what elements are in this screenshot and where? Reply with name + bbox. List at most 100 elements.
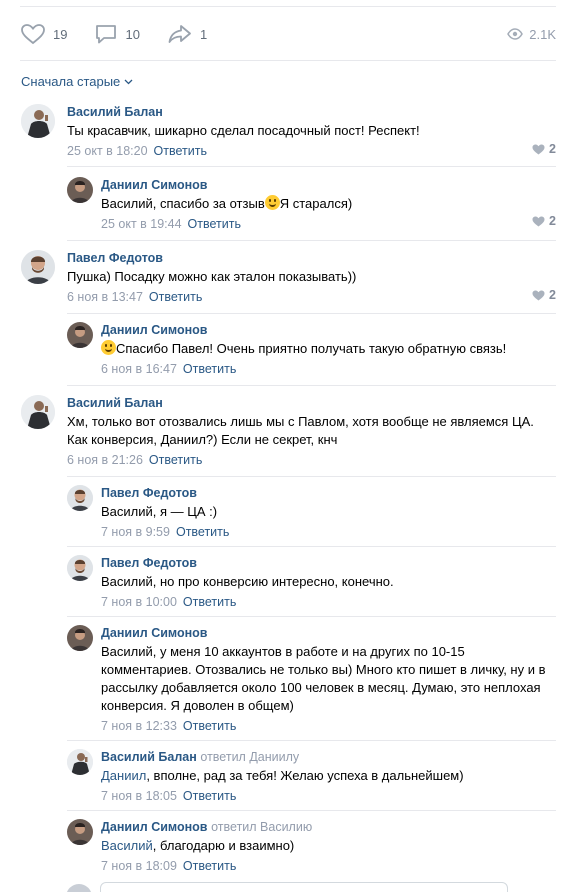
comment-divider: [67, 546, 556, 547]
comment-item: Даниил Симонов Василий, у меня 10 аккаун…: [67, 625, 556, 737]
comment-date[interactable]: 7 ноя в 9:59: [101, 525, 170, 539]
avatar[interactable]: [67, 625, 93, 651]
reply-button[interactable]: Ответить: [149, 453, 202, 467]
reply-button[interactable]: Ответить: [183, 362, 236, 376]
avatar[interactable]: [21, 250, 55, 284]
grin-emoji-icon: [101, 340, 116, 355]
comment-author[interactable]: Даниил Симонов: [101, 178, 208, 192]
comment-like-count: 2: [549, 142, 556, 156]
avatar[interactable]: [21, 395, 55, 429]
comment-divider: [67, 476, 556, 477]
comment-text: Даниил, вполне, рад за тебя! Желаю успех…: [101, 768, 464, 783]
comment-text: Пушка) Посадку можно как эталон показыва…: [67, 269, 357, 284]
comment-like-count: 2: [549, 288, 556, 302]
chevron-down-icon: [124, 79, 133, 84]
comment-author[interactable]: Павел Федотов: [67, 251, 163, 265]
comment-author[interactable]: Даниил Симонов: [101, 820, 208, 834]
reply-button[interactable]: Ответить: [154, 144, 207, 158]
comment-item: Василий Балан ответил Даниилу Даниил, вп…: [67, 749, 556, 805]
comment-divider: [67, 166, 556, 167]
mention-link[interactable]: Даниил: [101, 768, 146, 783]
heart-icon: [532, 290, 545, 300]
avatar[interactable]: [67, 177, 93, 203]
comment-item: Даниил Симонов Василий, спасибо за отзыв…: [67, 177, 556, 235]
reply-button[interactable]: Ответить: [149, 290, 202, 304]
like-button[interactable]: 19: [20, 23, 67, 45]
smile-emoji-icon: [264, 195, 280, 210]
comment-author[interactable]: Павел Федотов: [101, 486, 197, 500]
views-counter: 2.1K: [507, 27, 556, 42]
current-user-avatar: [66, 884, 92, 892]
comment-item: Даниил Симонов ответил Василию Василий, …: [67, 819, 556, 875]
reply-button[interactable]: Ответить: [188, 217, 241, 231]
share-arrow-icon: [168, 25, 191, 43]
avatar[interactable]: [67, 555, 93, 581]
reply-button[interactable]: Ответить: [176, 525, 229, 539]
reply-to-label: ответил Даниилу: [200, 750, 300, 764]
reply-button[interactable]: Ответить: [183, 719, 236, 733]
reply-button[interactable]: Ответить: [183, 859, 236, 873]
comment-divider: [67, 810, 556, 811]
comment-like-count: 2: [549, 214, 556, 228]
comment-like-button[interactable]: 2: [532, 142, 556, 156]
comment-author[interactable]: Даниил Симонов: [101, 626, 208, 640]
comment-text: Василий, я — ЦА :): [101, 504, 218, 519]
comment-date[interactable]: 6 ноя в 16:47: [101, 362, 177, 376]
avatar[interactable]: [67, 322, 93, 348]
avatar[interactable]: [67, 485, 93, 511]
comment-author[interactable]: Василий Балан: [67, 396, 163, 410]
share-button[interactable]: 1: [167, 23, 207, 45]
comment-button[interactable]: 10: [94, 23, 140, 45]
avatar[interactable]: [67, 749, 93, 775]
sort-label: Сначала старые: [21, 74, 121, 89]
comment-bubble-icon: [96, 25, 117, 44]
comment-like-button[interactable]: 2: [532, 214, 556, 228]
comment-date[interactable]: 25 окт в 18:20: [67, 144, 148, 158]
top-divider: [20, 6, 556, 7]
comment-text: Ты красавчик, шикарно сделал посадочный …: [67, 123, 420, 138]
reply-to-label: ответил Василию: [211, 820, 313, 834]
reply-button[interactable]: Ответить: [183, 789, 236, 803]
comment-text: Хм, только вот отозвались лишь мы с Павл…: [67, 414, 534, 447]
comment-date[interactable]: 6 ноя в 21:26: [67, 453, 143, 467]
comment-item: Василий Балан Ты красавчик, шикарно сдел…: [21, 104, 556, 164]
comment-text: Спасибо Павел! Очень приятно получать та…: [101, 340, 556, 358]
comment-count: 10: [125, 26, 140, 42]
comment-item: Даниил Симонов Спасибо Павел! Очень прия…: [67, 322, 556, 380]
comment-item: Павел Федотов Пушка) Посадку можно как э…: [21, 250, 556, 308]
comment-author[interactable]: Василий Балан: [67, 105, 163, 119]
comment-item: Павел Федотов Василий, я — ЦА :) 7 ноя в…: [67, 485, 556, 541]
comments-sort-dropdown[interactable]: Сначала старые: [21, 74, 133, 89]
comment-text: Василий, но про конверсию интересно, кон…: [101, 574, 394, 589]
comment-date[interactable]: 25 окт в 19:44: [101, 217, 182, 231]
eye-icon: [507, 28, 524, 40]
reply-button[interactable]: Ответить: [183, 595, 236, 609]
comment-date[interactable]: 7 ноя в 12:33: [101, 719, 177, 733]
comment-text: Василий, у меня 10 аккаунтов в работе и …: [101, 644, 546, 713]
comment-date[interactable]: 7 ноя в 18:09: [101, 859, 177, 873]
heart-icon: [532, 144, 545, 154]
heart-icon: [532, 216, 545, 226]
actions-divider: [20, 60, 556, 61]
views-count: 2.1K: [529, 26, 556, 42]
mention-link[interactable]: Василий: [101, 838, 153, 853]
comment-author[interactable]: Даниил Симонов: [101, 323, 208, 337]
comment-date[interactable]: 7 ноя в 18:05: [101, 789, 177, 803]
comment-author[interactable]: Павел Федотов: [101, 556, 197, 570]
comment-divider: [67, 616, 556, 617]
post-actions-bar: 19 10 1 2.1K: [20, 22, 556, 46]
comment-author[interactable]: Василий Балан: [101, 750, 197, 764]
comment-date[interactable]: 7 ноя в 10:00: [101, 595, 177, 609]
avatar[interactable]: [21, 104, 55, 138]
comment-divider: [67, 385, 556, 386]
comment-text: Василий, спасибо за отзыв Я старался): [101, 195, 353, 211]
comment-date[interactable]: 6 ноя в 13:47: [67, 290, 143, 304]
heart-icon: [21, 24, 45, 45]
comment-divider: [67, 240, 556, 241]
comment-divider: [67, 740, 556, 741]
comment-text: Василий, благодарю и взаимно): [101, 838, 295, 853]
comment-divider: [67, 313, 556, 314]
comment-input[interactable]: [100, 882, 508, 892]
avatar[interactable]: [67, 819, 93, 845]
comment-like-button[interactable]: 2: [532, 288, 556, 302]
